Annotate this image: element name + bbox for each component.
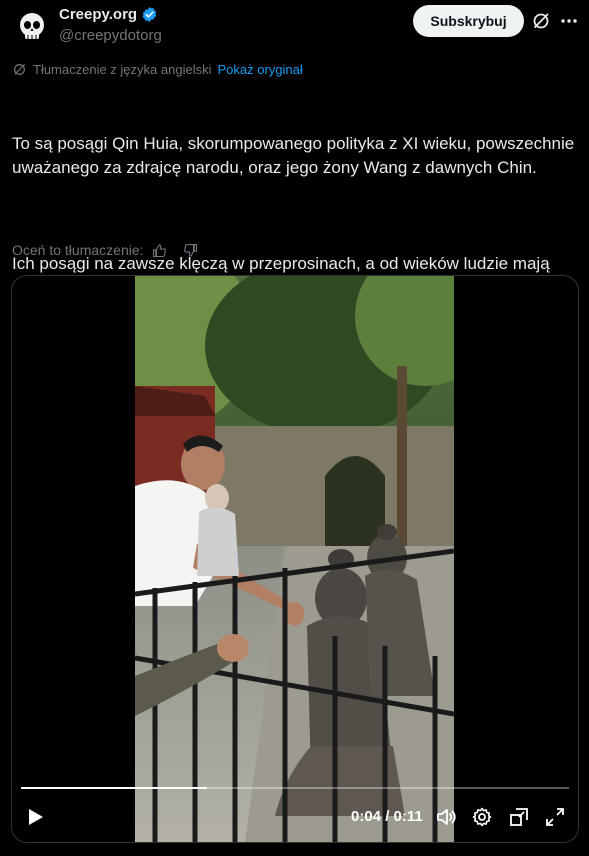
tweet-paragraph-1: To są posągi Qin Huia, skorumpowanego po… xyxy=(12,134,579,177)
picture-in-picture-icon[interactable] xyxy=(508,806,530,828)
video-player[interactable]: 0:04 / 0:11 xyxy=(11,275,579,843)
video-time: 0:04 / 0:11 xyxy=(351,808,423,825)
current-time: 0:04 xyxy=(351,808,382,825)
more-icon[interactable] xyxy=(559,11,579,31)
play-icon[interactable] xyxy=(24,806,46,828)
video-frame[interactable] xyxy=(135,276,454,842)
thumbs-up-icon[interactable] xyxy=(152,243,167,258)
translate-icon xyxy=(14,64,25,75)
author-name-row[interactable]: Creepy.org xyxy=(59,6,158,23)
verified-badge-icon xyxy=(142,7,157,22)
rate-translation-label: Oceń to tłumaczenie: xyxy=(12,242,144,258)
video-controls: 0:04 / 0:11 xyxy=(12,802,578,832)
show-original-link[interactable]: Pokaż oryginał xyxy=(217,62,302,77)
duration: 0:11 xyxy=(393,808,423,825)
translation-note-label: Tłumaczenie z języka angielski xyxy=(33,62,212,77)
author-name[interactable]: Creepy.org xyxy=(59,6,137,23)
fullscreen-icon[interactable] xyxy=(544,806,566,828)
video-progress-fill xyxy=(21,787,208,789)
volume-icon[interactable] xyxy=(435,806,457,828)
grok-icon[interactable] xyxy=(531,11,551,31)
translation-note: Tłumaczenie z języka angielski Pokaż ory… xyxy=(12,62,303,77)
skull-logo-icon xyxy=(20,13,44,39)
subscribe-button[interactable]: Subskrybuj xyxy=(413,5,524,37)
time-separator: / xyxy=(385,808,390,825)
rate-translation: Oceń to tłumaczenie: xyxy=(12,242,198,258)
settings-gear-icon[interactable] xyxy=(471,806,493,828)
author-handle[interactable]: @creepydotorg xyxy=(59,27,162,44)
video-progress-track[interactable] xyxy=(21,787,569,789)
thumbs-down-icon[interactable] xyxy=(183,243,198,258)
avatar[interactable] xyxy=(12,6,52,46)
